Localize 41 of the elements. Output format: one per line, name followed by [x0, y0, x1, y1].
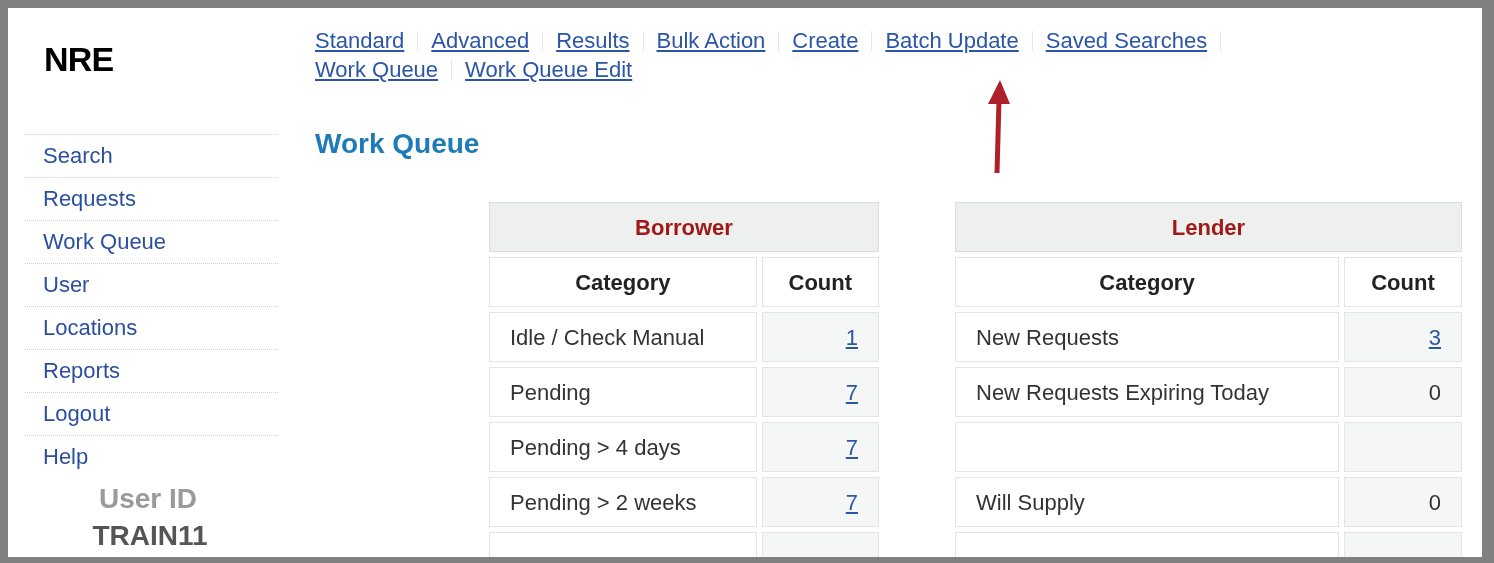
- nav-link[interactable]: Bulk Action: [656, 26, 766, 55]
- sidebar-link[interactable]: Help: [43, 446, 89, 468]
- count-link[interactable]: 1: [845, 324, 858, 350]
- user-id-label: User ID: [98, 482, 197, 516]
- count-link[interactable]: 7: [845, 434, 858, 460]
- table-cell: New Requests: [955, 312, 1339, 362]
- logo: NRE: [44, 42, 115, 76]
- count-link[interactable]: 3: [1428, 324, 1441, 350]
- column-header: Count: [1344, 257, 1462, 307]
- sidebar-link[interactable]: Logout: [43, 403, 111, 425]
- count-value: 0: [1428, 379, 1441, 405]
- table-cell: Pending > 4 days: [489, 422, 757, 472]
- count-link[interactable]: 7: [845, 379, 858, 405]
- nav-link[interactable]: Advanced: [431, 26, 530, 55]
- sidebar-link[interactable]: Requests: [43, 188, 136, 210]
- table-cell: New Requests Expiring Today: [955, 367, 1339, 417]
- nav-link[interactable]: Results: [556, 26, 630, 55]
- nav-link[interactable]: Standard: [315, 26, 405, 55]
- nav-link[interactable]: Create: [792, 26, 859, 55]
- sidebar-link[interactable]: Locations: [43, 317, 138, 339]
- nav-link[interactable]: Work Queue Edit: [465, 55, 633, 84]
- user-id: TRAIN11: [92, 519, 208, 553]
- column-header: Category: [955, 257, 1339, 307]
- page-title: Work Queue: [315, 130, 481, 158]
- table-title: Borrower: [489, 202, 879, 252]
- table-cell: Pending: [489, 367, 757, 417]
- nav-link[interactable]: Batch Update: [885, 26, 1019, 55]
- table-cell: Pending > 2 weeks: [489, 477, 757, 527]
- column-header: Count: [761, 257, 879, 307]
- nav-link[interactable]: Work Queue: [315, 55, 439, 84]
- sidebar-link[interactable]: Reports: [43, 360, 121, 382]
- table-cell: Idle / Check Manual: [489, 312, 757, 362]
- sidebar-link[interactable]: Work Queue: [43, 231, 167, 253]
- count-link[interactable]: 7: [845, 489, 858, 515]
- count-value: 0: [1428, 489, 1441, 515]
- sidebar-link[interactable]: Search: [43, 145, 113, 167]
- column-header: Category: [489, 257, 757, 307]
- table-cell: Will Supply: [955, 477, 1339, 527]
- table-title: Lender: [955, 202, 1462, 252]
- nav-link[interactable]: Saved Searches: [1045, 26, 1208, 55]
- sidebar-link[interactable]: User: [43, 274, 90, 296]
